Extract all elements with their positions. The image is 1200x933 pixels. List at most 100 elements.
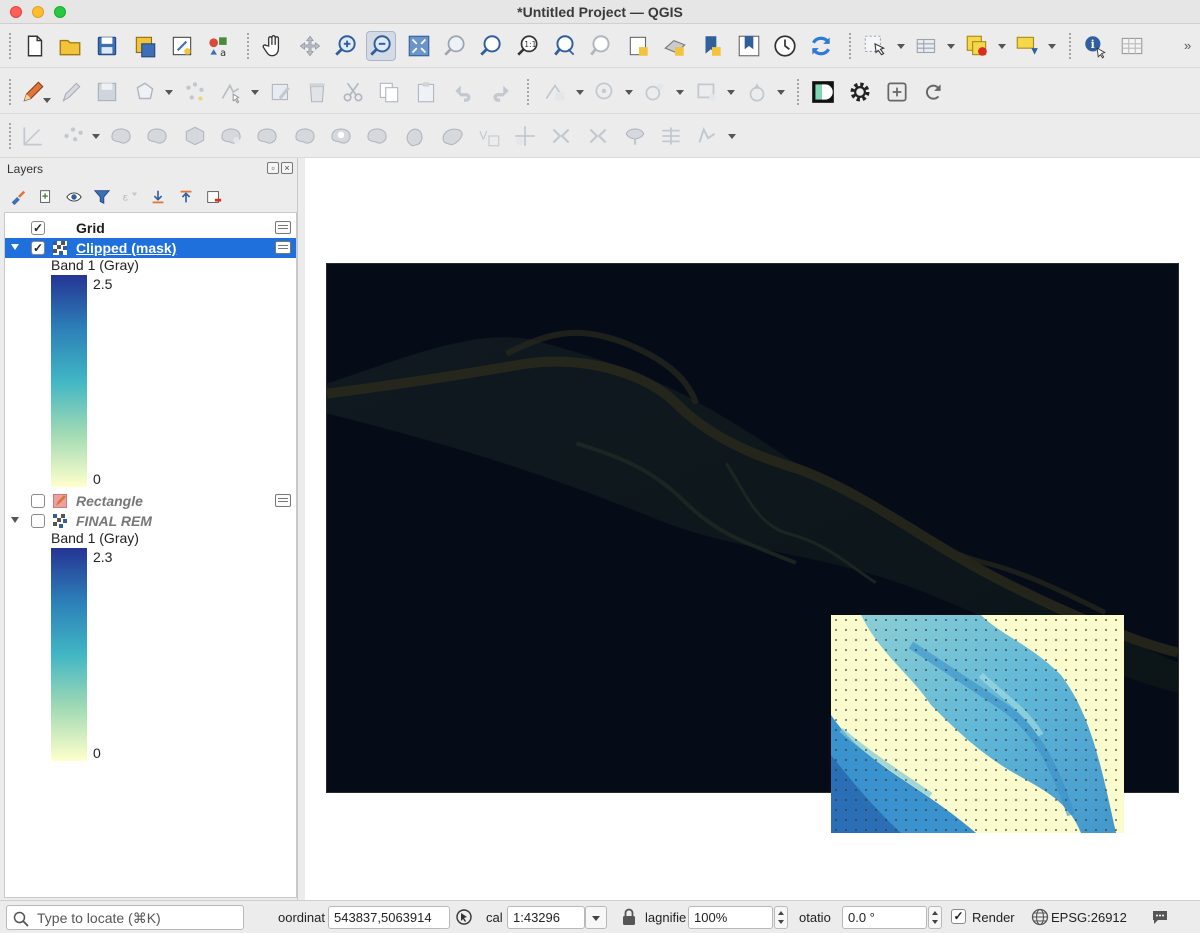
chevron-down-icon[interactable] [43, 98, 51, 103]
memory-layer-icon[interactable] [275, 221, 291, 234]
zoom-out-icon[interactable] [366, 31, 396, 61]
layer-visibility-checkbox[interactable]: ✓ [31, 241, 45, 255]
layer-row-final-rem[interactable]: FINAL REM [5, 511, 296, 531]
magnifier-field[interactable]: 100% [688, 906, 773, 929]
print-layout-icon[interactable] [167, 31, 197, 61]
redo-icon[interactable] [485, 77, 515, 107]
zoom-next-icon[interactable] [586, 31, 616, 61]
zoom-full-icon[interactable] [404, 31, 434, 61]
temporal-controller-icon[interactable] [770, 31, 800, 61]
zoom-in-icon[interactable] [331, 31, 361, 61]
split-parts-icon[interactable] [546, 121, 576, 151]
pan-icon[interactable] [258, 31, 288, 61]
chevron-down-icon[interactable] [676, 90, 684, 95]
refresh-icon[interactable] [806, 31, 836, 61]
attribute-table-icon[interactable] [912, 31, 942, 61]
point-tool-icon[interactable] [58, 121, 88, 151]
rotate-icon[interactable] [252, 121, 282, 151]
expand-all-icon[interactable] [148, 187, 168, 207]
vertex-edit-icon[interactable] [510, 121, 540, 151]
add-polygon-icon[interactable] [130, 77, 160, 107]
toolbar-grip[interactable] [796, 78, 800, 106]
rotation-field[interactable]: 0.0 ° [842, 906, 927, 929]
toolbar-grip[interactable] [246, 32, 250, 60]
magnifier-stepper[interactable] [774, 906, 788, 929]
tracing-icon[interactable] [692, 121, 722, 151]
simplify-icon[interactable] [290, 121, 320, 151]
zoom-to-selection-icon[interactable] [440, 31, 470, 61]
filter-legend-icon[interactable] [92, 187, 112, 207]
deselect-icon[interactable] [962, 31, 992, 61]
save-as-icon[interactable] [130, 31, 160, 61]
map-canvas[interactable] [305, 158, 1200, 900]
render-checkbox[interactable]: ✓ [951, 909, 966, 924]
new-project-icon[interactable] [20, 31, 50, 61]
label-icon[interactable] [540, 77, 570, 107]
toolbar-grip[interactable] [8, 122, 12, 150]
chevron-down-icon[interactable] [947, 44, 955, 49]
modify-attributes-icon[interactable] [266, 77, 296, 107]
node-tool-icon[interactable] [216, 77, 246, 107]
chevron-down-icon[interactable] [92, 134, 100, 139]
merge-icon[interactable] [180, 121, 210, 151]
filter-expression-icon[interactable]: ε [120, 187, 140, 207]
mouse-pointer-icon[interactable] [454, 907, 474, 927]
style-manager-icon[interactable]: a [203, 31, 233, 61]
remove-layer-icon[interactable] [204, 187, 224, 207]
chevron-down-icon[interactable] [998, 44, 1006, 49]
globe-icon[interactable] [1030, 907, 1050, 927]
float-panel-icon[interactable]: ▫ [267, 162, 279, 174]
label-move-icon[interactable] [692, 77, 722, 107]
chevron-down-icon[interactable] [727, 90, 735, 95]
layer-visibility-checkbox[interactable]: ✓ [31, 221, 45, 235]
fill-ring-icon[interactable] [400, 121, 430, 151]
measure-icon[interactable] [1117, 31, 1147, 61]
annotation-icon[interactable] [1012, 31, 1042, 61]
paste-icon[interactable] [411, 77, 441, 107]
chevron-down-icon[interactable] [165, 90, 173, 95]
toolbar-overflow-icon[interactable]: » [1184, 38, 1191, 53]
split-icon[interactable] [142, 121, 172, 151]
toolbar-grip[interactable] [848, 32, 852, 60]
label-pin-icon[interactable] [590, 77, 620, 107]
scale-field[interactable]: 1:43296 [507, 906, 585, 929]
collapse-arrow-icon[interactable] [11, 517, 19, 523]
layer-row-rectangle[interactable]: Rectangle [5, 491, 296, 511]
memory-layer-icon[interactable] [275, 241, 291, 254]
scale-dropdown[interactable] [585, 906, 607, 929]
layer-visibility-checkbox[interactable] [31, 514, 45, 528]
chevron-down-icon[interactable] [576, 90, 584, 95]
layer-visibility-checkbox[interactable] [31, 494, 45, 508]
chevron-down-icon[interactable] [251, 90, 259, 95]
open-project-icon[interactable] [55, 31, 85, 61]
layer-row-grid[interactable]: ✓ Grid [5, 218, 296, 238]
chevron-down-icon[interactable] [1048, 44, 1056, 49]
identify-icon[interactable]: i [1080, 31, 1110, 61]
label-rotate-icon[interactable] [742, 77, 772, 107]
close-panel-icon[interactable]: × [281, 162, 293, 174]
new-bookmark-icon[interactable] [697, 31, 727, 61]
toolbar-grip[interactable] [1068, 32, 1072, 60]
toolbar-grip[interactable] [8, 32, 12, 60]
reshape-icon[interactable] [106, 121, 136, 151]
delete-selected-icon[interactable] [302, 77, 332, 107]
messages-icon[interactable] [1150, 907, 1170, 927]
plugin-add-icon[interactable] [882, 77, 912, 107]
zoom-last-icon[interactable] [550, 31, 580, 61]
layer-row-clipped-mask[interactable]: ✓ Clipped (mask) [5, 238, 296, 258]
zoom-to-layer-icon[interactable] [476, 31, 506, 61]
offset-icon[interactable] [216, 121, 246, 151]
plugin-reload-icon[interactable] [918, 77, 948, 107]
rotation-stepper[interactable] [928, 906, 942, 929]
memory-layer-icon[interactable] [275, 494, 291, 507]
zoom-native-icon[interactable]: 1:1 [513, 31, 543, 61]
save-project-icon[interactable] [92, 31, 122, 61]
copy-icon[interactable] [374, 77, 404, 107]
add-part-icon[interactable] [362, 121, 392, 151]
cut-icon[interactable] [338, 77, 368, 107]
settings-gear-icon[interactable] [845, 77, 875, 107]
plugin-d-icon[interactable] [808, 77, 838, 107]
select-features-icon[interactable] [860, 31, 890, 61]
label-show-icon[interactable] [640, 77, 670, 107]
trim-icon[interactable] [583, 121, 613, 151]
